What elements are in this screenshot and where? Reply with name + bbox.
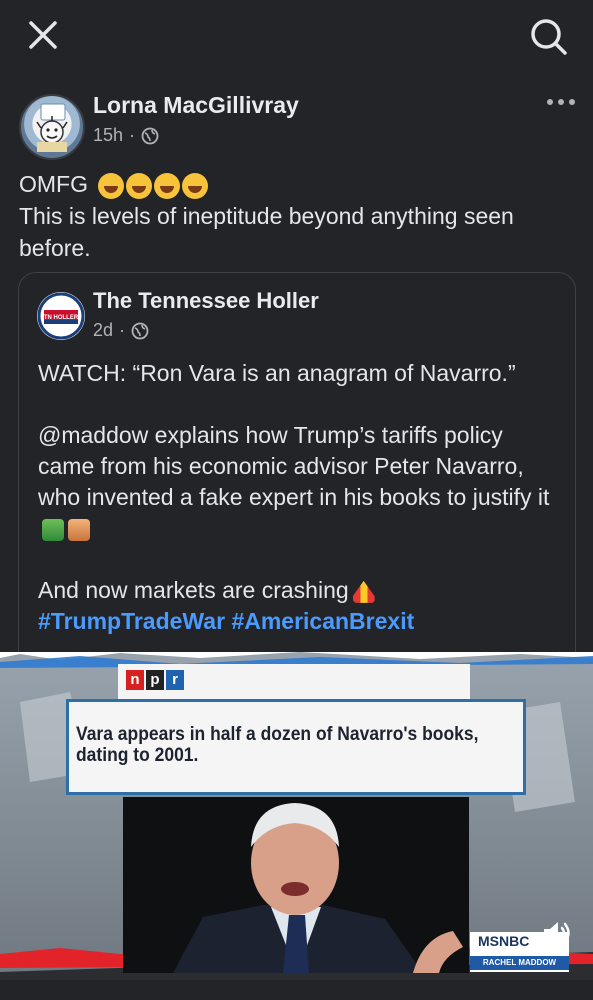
rolling-laughing-emoji [182, 172, 209, 199]
msnbc-network: MSNBC [478, 933, 530, 949]
globe-icon [141, 127, 159, 144]
post-text: OMFG This is levels of ineptitude beyond… [19, 168, 579, 264]
shared-meta: 2d · [93, 320, 149, 341]
speaker-icon [544, 922, 570, 944]
shared-author[interactable]: The Tennessee Holler [93, 288, 319, 314]
video-caption: Vara appears in half a dozen of Navarro'… [76, 724, 479, 766]
post-time[interactable]: 15h [93, 125, 123, 146]
meta-separator: · [119, 320, 126, 340]
post-author[interactable]: Lorna MacGillivray [93, 92, 299, 119]
shared-time[interactable]: 2d [93, 320, 113, 341]
rolling-laughing-emoji [154, 172, 181, 199]
emoji-row [98, 172, 209, 199]
shared-paragraph-3-text: And now markets are crashing [38, 577, 349, 603]
svg-text:TN HOLLER: TN HOLLER [44, 315, 79, 321]
facepalm-emoji [68, 518, 90, 541]
npr-letter-p: p [146, 670, 164, 690]
post-text-line1: OMFG [19, 171, 88, 197]
more-options-button[interactable] [543, 90, 579, 114]
npr-logo: n p r [126, 670, 184, 690]
post-meta: 15h · [93, 125, 159, 146]
shared-author-avatar[interactable]: TN HOLLER [37, 292, 85, 340]
post-text-line2: This is levels of ineptitude beyond anyt… [19, 203, 514, 261]
npr-letter-r: r [166, 670, 184, 690]
video-person-frame [123, 797, 469, 973]
hashtag-trumptradewar[interactable]: #TrumpTradeWar [38, 608, 225, 634]
globe-icon [131, 322, 149, 339]
circus-tent-emoji [352, 580, 375, 603]
shared-paragraph-1: WATCH: “Ron Vara is an anagram of Navarr… [38, 360, 516, 386]
shared-post-body: WATCH: “Ron Vara is an anagram of Navarr… [38, 358, 558, 637]
search-icon [531, 19, 567, 55]
hashtag-line: #TrumpTradeWar #AmericanBrexit [38, 606, 558, 637]
volume-button[interactable] [540, 918, 576, 948]
npr-letter-n: n [126, 670, 144, 690]
close-icon [29, 21, 57, 49]
hashtag-americanbrexit[interactable]: #AmericanBrexit [231, 608, 414, 634]
author-avatar[interactable] [19, 94, 85, 160]
more-icon [547, 99, 575, 105]
shared-paragraph-2-text: @maddow explains how Trump’s tariffs pol… [38, 422, 550, 510]
search-button[interactable] [528, 16, 568, 56]
shared-paragraph-3: And now markets are crashing [38, 575, 558, 606]
rolling-laughing-emoji [126, 172, 153, 199]
facepalm-emoji [42, 518, 64, 541]
show-label: RACHEL MADDOW [470, 956, 569, 970]
rolling-laughing-emoji [98, 172, 125, 199]
meta-separator: · [129, 125, 136, 145]
close-button[interactable] [26, 18, 60, 52]
shared-paragraph-2: @maddow explains how Trump’s tariffs pol… [38, 420, 558, 544]
